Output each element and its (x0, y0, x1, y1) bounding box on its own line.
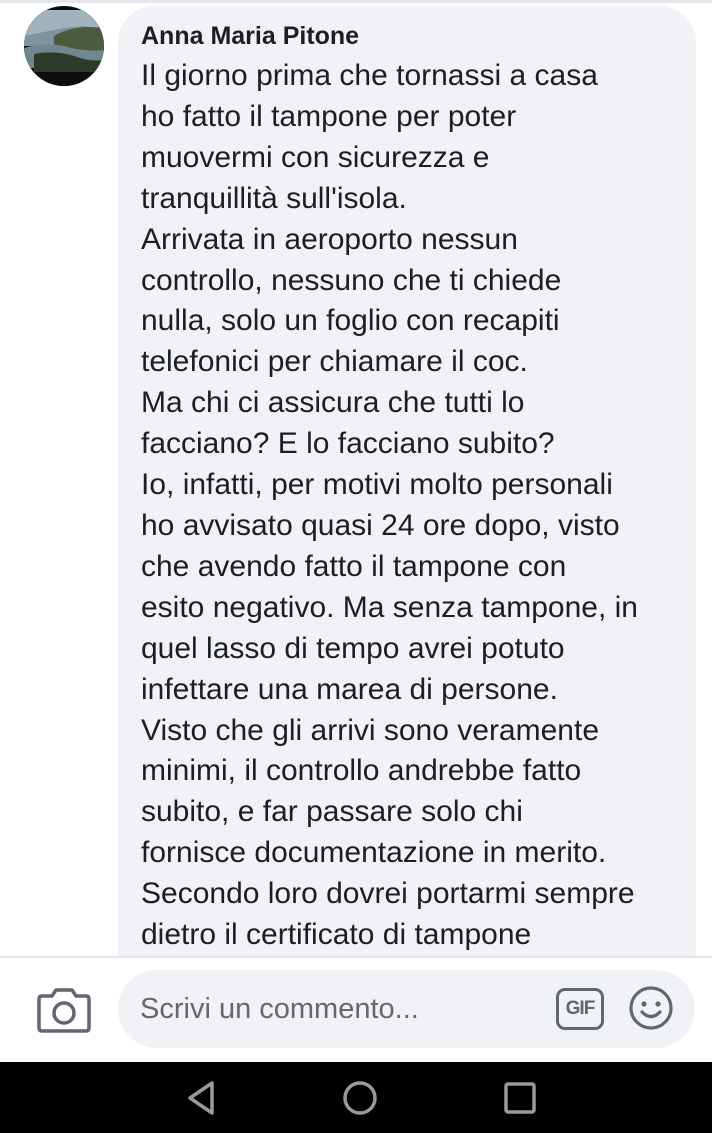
comment-text-line: ho fatto il tampone per poter (141, 99, 517, 133)
comment-text-line: Visto che gli arrivi sono veramente (141, 713, 599, 747)
emoji-button[interactable] (628, 985, 674, 1031)
comment-text-line: quel lasso di tempo avrei potuto (141, 631, 565, 665)
camera-icon (37, 988, 91, 1033)
comment-text-line: tranquillità sull'isola. (141, 181, 407, 215)
home-button[interactable] (340, 1078, 380, 1118)
comment-text-line: facciano? E lo facciano subito? (141, 427, 555, 461)
comment-text-line: infettare una marea di persone. (141, 672, 558, 706)
home-circle-icon (343, 1081, 377, 1115)
comment-author[interactable]: Anna Maria Pitone (141, 20, 674, 52)
emoji-icon (629, 986, 673, 1030)
comment-text-line: controllo, nessuno che ti chiede (141, 263, 562, 297)
back-button[interactable] (181, 1078, 221, 1118)
android-navigation-bar (0, 1062, 712, 1133)
recents-square-icon (504, 1082, 536, 1114)
top-divider (0, 0, 712, 3)
comment-text-line: Arrivata in aeroporto nessun (141, 222, 518, 256)
comment-text-line: Io, infatti, per motivi molto personali (141, 468, 613, 502)
comment-text-line: telefonici per chiamare il coc. (141, 345, 528, 379)
comment-text-line: Il giorno prima che tornassi a casa (141, 59, 598, 92)
back-triangle-icon (188, 1081, 214, 1115)
comment-text-line: Ma chi ci assicura che tutti lo (141, 386, 525, 420)
comment-body: Il giorno prima che tornassi a casa ho f… (141, 56, 674, 956)
comment-text-line: fornisce documentazione in merito. (141, 836, 607, 870)
comment-text-line: dietro il certificato di tampone (141, 918, 532, 952)
comment-text-line: Secondo loro dovrei portarmi sempre (141, 877, 635, 911)
comment-text-line: ho avvisato quasi 24 ore dopo, visto (141, 508, 620, 542)
comment-input[interactable] (140, 970, 540, 1048)
comment-text-line: minimi, il controllo andrebbe fatto (141, 754, 582, 788)
comment-composer: GIF (0, 956, 712, 1062)
camera-button[interactable] (36, 986, 92, 1034)
comment-text-line: subito, e far passare solo chi (141, 795, 523, 829)
comment-bubble: Anna Maria Pitone Il giorno prima che to… (118, 6, 696, 986)
comment-input-container[interactable]: GIF (118, 970, 695, 1048)
composer-divider (0, 956, 712, 958)
comment-text-line: esito negativo. Ma senza tampone, in (141, 590, 638, 624)
comment-text-line: che avendo fatto il tampone con (141, 549, 567, 583)
avatar[interactable] (24, 6, 104, 86)
recents-button[interactable] (500, 1078, 540, 1118)
comment-text-line: muovermi con sicurezza e (141, 140, 490, 174)
avatar-landscape-image (24, 6, 104, 86)
gif-button[interactable]: GIF (556, 988, 604, 1030)
comment-text-line: nulla, solo un foglio con recapiti (141, 304, 560, 338)
